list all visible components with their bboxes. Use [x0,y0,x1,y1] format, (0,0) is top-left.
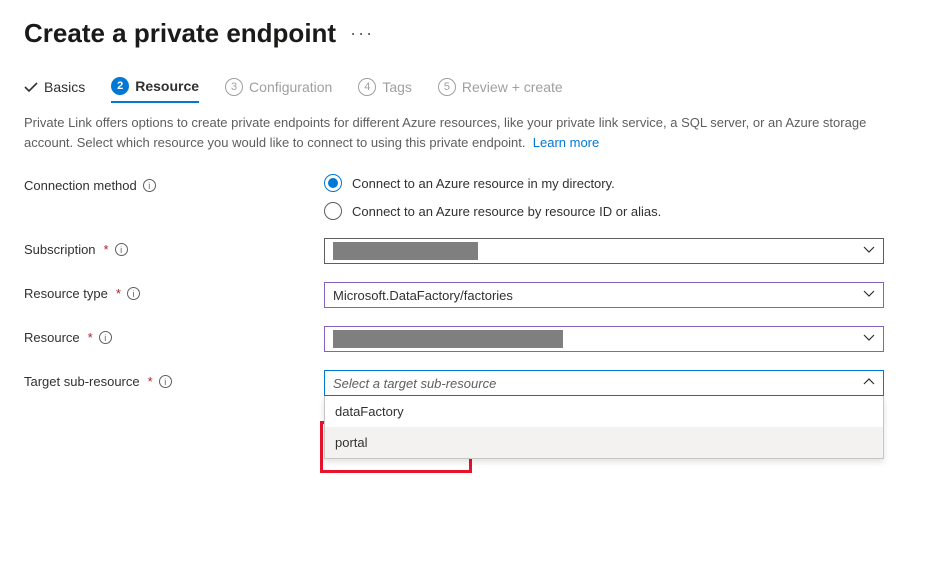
target-sub-resource-select[interactable]: Select a target sub-resource dataFactory… [324,370,884,396]
radio-label: Connect to an Azure resource by resource… [352,204,661,219]
tab-label: Tags [382,79,412,95]
radio-icon [324,202,342,220]
tab-label: Review + create [462,79,563,95]
dropdown-option-portal[interactable]: portal [325,427,883,458]
radio-label: Connect to an Azure resource in my direc… [352,176,615,191]
checkmark-icon [24,82,38,92]
radio-directory[interactable]: Connect to an Azure resource in my direc… [324,174,884,192]
tab-basics[interactable]: Basics [24,79,85,101]
select-placeholder: Select a target sub-resource [333,376,496,391]
tab-review-create[interactable]: 5 Review + create [438,78,563,102]
page-header: Create a private endpoint ··· [24,18,911,49]
redacted-value [333,242,478,260]
radio-resource-id[interactable]: Connect to an Azure resource by resource… [324,202,884,220]
resource-select[interactable] [324,326,884,352]
wizard-tabs: Basics 2 Resource 3 Configuration 4 Tags… [24,77,911,103]
label-resource-type: Resource type* i [24,282,324,301]
tab-label: Resource [135,78,199,94]
step-number-icon: 5 [438,78,456,96]
label-subscription: Subscription* i [24,238,324,257]
target-sub-resource-dropdown: dataFactory portal [324,396,884,459]
tab-tags[interactable]: 4 Tags [358,78,412,102]
label-resource: Resource* i [24,326,324,345]
info-icon[interactable]: i [99,331,112,344]
radio-icon [324,174,342,192]
info-icon[interactable]: i [115,243,128,256]
resource-type-select[interactable]: Microsoft.DataFactory/factories [324,282,884,308]
learn-more-link[interactable]: Learn more [533,135,599,150]
step-number-icon: 3 [225,78,243,96]
select-value: Microsoft.DataFactory/factories [333,288,513,303]
tab-configuration[interactable]: 3 Configuration [225,78,332,102]
subscription-select[interactable] [324,238,884,264]
info-icon[interactable]: i [143,179,156,192]
redacted-value [333,330,563,348]
tab-label: Basics [44,79,85,95]
label-connection-method: Connection method i [24,174,324,193]
tab-resource[interactable]: 2 Resource [111,77,199,103]
chevron-down-icon [863,244,875,259]
tab-description: Private Link offers options to create pr… [24,113,904,152]
info-icon[interactable]: i [159,375,172,388]
page-title: Create a private endpoint [24,18,336,49]
dropdown-option-datafactory[interactable]: dataFactory [325,396,883,427]
chevron-down-icon [863,332,875,347]
tab-label: Configuration [249,79,332,95]
info-icon[interactable]: i [127,287,140,300]
chevron-down-icon [863,288,875,303]
chevron-up-icon [863,376,875,391]
step-number-icon: 4 [358,78,376,96]
more-icon[interactable]: ··· [350,23,374,44]
step-number-icon: 2 [111,77,129,95]
label-target-sub-resource: Target sub-resource* i [24,370,324,389]
